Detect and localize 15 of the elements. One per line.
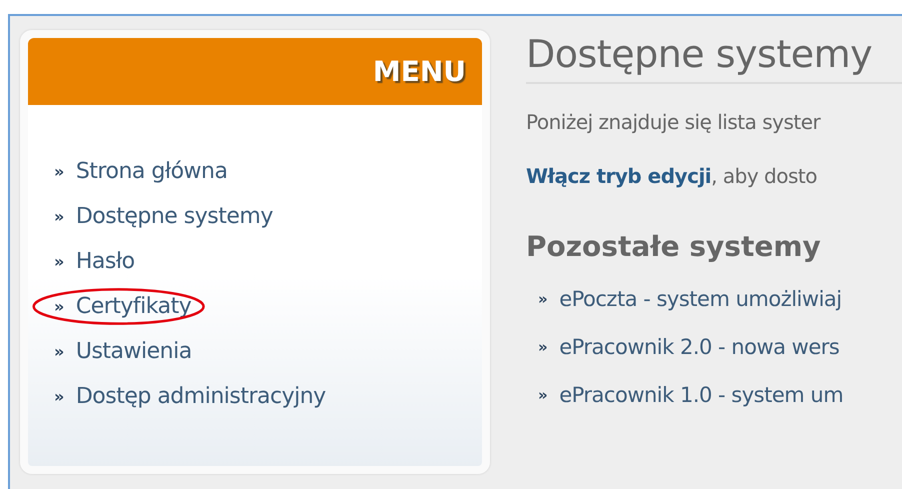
system-link[interactable]: » ePracownik 2.0 - nowa wers xyxy=(526,335,902,359)
edit-mode-text: , aby dosto xyxy=(711,164,817,188)
intro-text: Poniżej znajduje się lista syster xyxy=(526,110,822,134)
system-link[interactable]: » ePracownik 1.0 - system um xyxy=(526,383,902,407)
menu-item[interactable]: » Dostępne systemy xyxy=(32,198,287,235)
system-link[interactable]: » ePoczta - system umożliwiaj xyxy=(526,287,902,311)
menu-item[interactable]: » Ustawienia xyxy=(32,333,206,370)
menu-item[interactable]: » Certyfikaty xyxy=(32,288,206,325)
edit-mode-link[interactable]: Włącz tryb edycji xyxy=(526,164,712,188)
menu-item[interactable]: » Dostęp administracyjny xyxy=(32,378,340,415)
section-title: Pozostałe systemy xyxy=(526,230,822,263)
menu-item[interactable]: » Hasło xyxy=(32,243,149,280)
menu-item[interactable]: » Strona główna xyxy=(32,153,242,190)
menu-title: MENU xyxy=(372,55,466,88)
page-title: Dostępne systemy xyxy=(526,30,902,84)
